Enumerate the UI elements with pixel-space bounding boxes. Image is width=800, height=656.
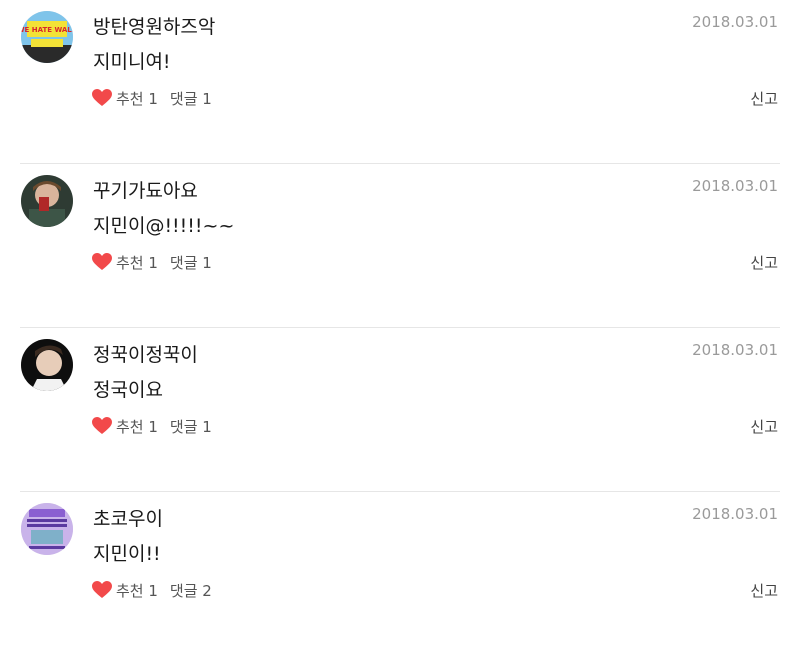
- comment-actions: 추천 1 댓글 1: [92, 86, 212, 110]
- comment-actions: 추천 1 댓글 1: [92, 414, 212, 438]
- heart-icon[interactable]: [92, 253, 112, 271]
- avatar-image: WE HATE WALK: [21, 11, 73, 63]
- comment-item: 정꾹이정꾹이 2018.03.01 정국이요 추천 1 댓글 1 신고: [0, 328, 800, 492]
- like-button[interactable]: 추천 1: [116, 252, 158, 273]
- heart-icon[interactable]: [92, 417, 112, 435]
- comment-actions: 추천 1 댓글 1: [92, 250, 212, 274]
- reply-button[interactable]: 댓글 2: [170, 580, 212, 601]
- comment-text: 지미니여!: [93, 51, 171, 73]
- username[interactable]: 정꾹이정꾹이: [93, 340, 198, 367]
- avatar[interactable]: [21, 503, 73, 555]
- report-button[interactable]: 신고: [750, 416, 778, 437]
- heart-icon[interactable]: [92, 581, 112, 599]
- comment-text: 지민이!!: [93, 543, 161, 565]
- username[interactable]: 방탄영원하즈악: [93, 12, 215, 39]
- avatar[interactable]: WE HATE WALK: [21, 11, 73, 63]
- avatar-image: [21, 175, 73, 227]
- username[interactable]: 초코우이: [93, 504, 163, 531]
- avatar-image: [21, 339, 73, 391]
- comment-actions: 추천 1 댓글 2: [92, 578, 212, 602]
- like-button[interactable]: 추천 1: [116, 88, 158, 109]
- svg-text:WE HATE WALK: WE HATE WALK: [21, 26, 73, 34]
- comment-text: 정국이요: [93, 379, 163, 401]
- avatar-image: [21, 503, 73, 555]
- avatar[interactable]: [21, 339, 73, 391]
- comment-text: 지민이@!!!!!~~: [93, 215, 235, 237]
- heart-icon[interactable]: [92, 89, 112, 107]
- comment-date: 2018.03.01: [692, 341, 778, 359]
- like-button[interactable]: 추천 1: [116, 580, 158, 601]
- comment-date: 2018.03.01: [692, 13, 778, 31]
- like-button[interactable]: 추천 1: [116, 416, 158, 437]
- reply-button[interactable]: 댓글 1: [170, 416, 212, 437]
- comment-item: WE HATE WALK 방탄영원하즈악 2018.03.01 지미니여! 추천…: [0, 0, 800, 164]
- username[interactable]: 꾸기가됴아요: [93, 176, 198, 203]
- reply-button[interactable]: 댓글 1: [170, 252, 212, 273]
- comment-item: 꾸기가됴아요 2018.03.01 지민이@!!!!!~~ 추천 1 댓글 1 …: [0, 164, 800, 328]
- report-button[interactable]: 신고: [750, 252, 778, 273]
- comment-date: 2018.03.01: [692, 177, 778, 195]
- avatar[interactable]: [21, 175, 73, 227]
- report-button[interactable]: 신고: [750, 580, 778, 601]
- comment-item: 초코우이 2018.03.01 지민이!! 추천 1 댓글 2 신고: [0, 492, 800, 656]
- comment-date: 2018.03.01: [692, 505, 778, 523]
- report-button[interactable]: 신고: [750, 88, 778, 109]
- reply-button[interactable]: 댓글 1: [170, 88, 212, 109]
- comment-list: WE HATE WALK 방탄영원하즈악 2018.03.01 지미니여! 추천…: [0, 0, 800, 600]
